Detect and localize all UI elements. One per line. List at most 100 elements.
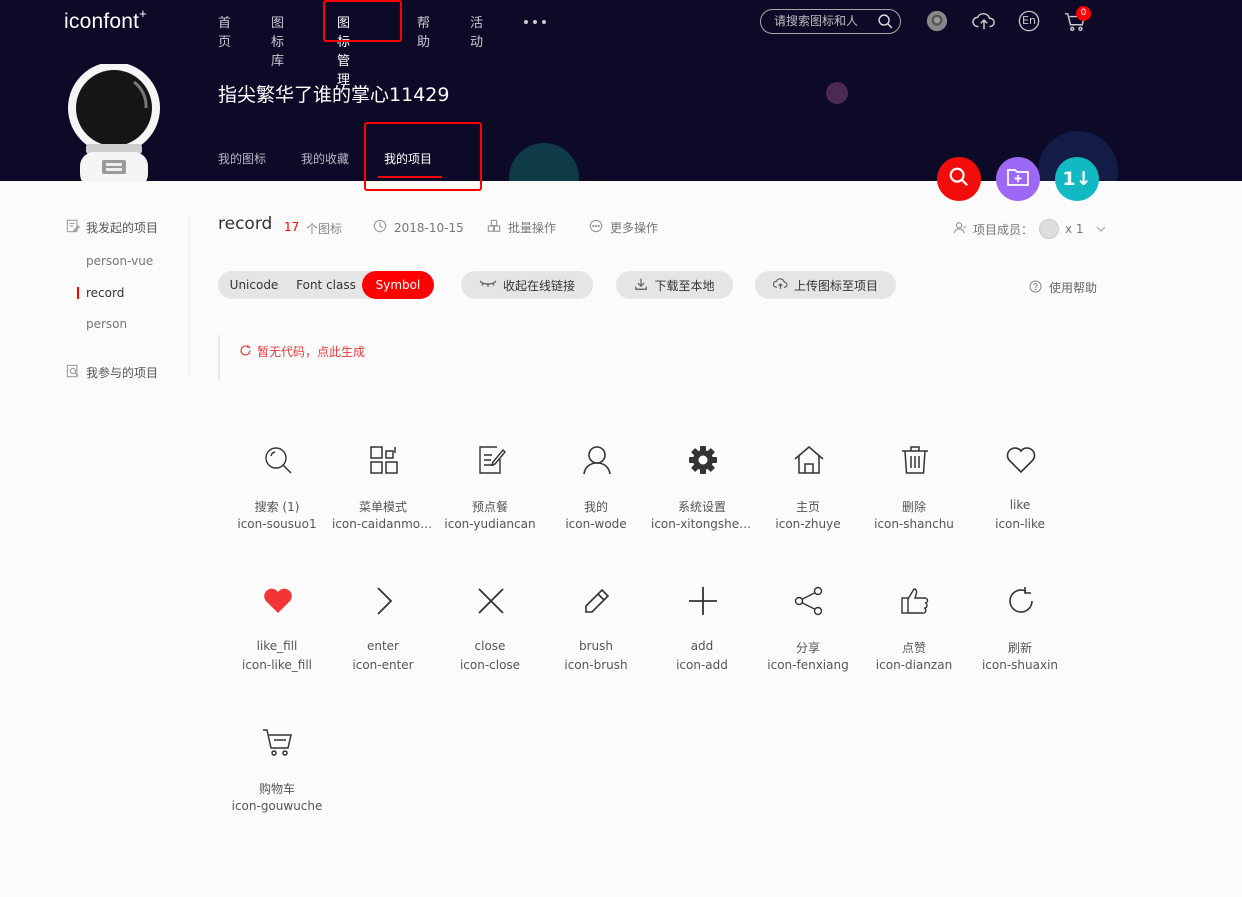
icon-card[interactable]: like icon-like	[967, 430, 1073, 540]
icon-card[interactable]: like_fill icon-like_fill	[224, 571, 330, 681]
members-count: x 1	[1065, 222, 1084, 236]
icon-card-code: icon-like_fill	[241, 658, 312, 672]
heart-fill-icon	[262, 585, 294, 617]
icon-card-name: like	[1009, 498, 1031, 512]
search-input[interactable]	[774, 14, 874, 28]
icon-card-name: add	[690, 639, 714, 653]
help-link[interactable]: 使用帮助	[1029, 279, 1097, 296]
batch-operation-button[interactable]: 批量操作	[487, 219, 556, 236]
icon-card[interactable]: 我的 icon-wode	[543, 430, 649, 540]
generate-code-label: 暂无代码，点此生成	[257, 345, 366, 359]
profile-avatar	[66, 62, 162, 181]
search-doc-icon	[66, 364, 80, 381]
icon-card[interactable]: 点赞 icon-dianzan	[861, 571, 967, 681]
generate-code-link[interactable]: 暂无代码，点此生成	[239, 343, 365, 360]
tab-my-favorites[interactable]: 我的收藏	[301, 150, 349, 167]
sidebar-group-joined-label: 我参与的项目	[86, 366, 159, 380]
icon-card-code: icon-caidanmoshi	[332, 517, 436, 531]
icon-card[interactable]: 搜索 (1) icon-sousuo1	[224, 430, 330, 540]
download-icon	[634, 277, 648, 294]
sidebar-group-started: 我发起的项目	[66, 219, 158, 236]
members-icon	[953, 221, 967, 238]
icon-card[interactable]: brush icon-brush	[543, 571, 649, 681]
project-title: record	[218, 214, 273, 234]
icon-card-code: icon-shuaxin	[981, 658, 1059, 672]
gear-icon	[687, 444, 719, 476]
sort-icon: 1↓	[1062, 168, 1092, 190]
sidebar-group-joined: 我参与的项目	[66, 364, 158, 381]
icon-card-code: icon-zhuye	[775, 517, 841, 531]
nav-item-activity[interactable]: 活动	[470, 12, 483, 50]
sidebar-item-record[interactable]: record	[86, 286, 124, 300]
icon-card[interactable]: 删除 icon-shanchu	[861, 430, 967, 540]
sidebar-item-person-vue[interactable]: person-vue	[86, 254, 153, 268]
nav-item-help[interactable]: 帮助	[417, 12, 430, 50]
icon-card[interactable]: 主页 icon-zhuye	[755, 430, 861, 540]
upload-icons-button[interactable]: 上传图标至项目	[755, 271, 896, 299]
nav-item-icon-library[interactable]: 图标库	[271, 12, 284, 69]
nav-item-icon-management[interactable]: 图标管理	[337, 12, 350, 88]
icon-card-code: icon-shanchu	[874, 517, 954, 531]
icon-card[interactable]: add icon-add	[649, 571, 755, 681]
sidebar-group-started-label: 我发起的项目	[86, 221, 159, 235]
icon-card-code: icon-enter	[352, 658, 414, 672]
search-box	[760, 9, 901, 34]
pencil-icon	[581, 585, 613, 617]
upload-icons-label: 上传图标至项目	[793, 278, 878, 293]
icon-card-name: 搜索 (1)	[254, 500, 300, 514]
sidebar-item-person[interactable]: person	[86, 317, 127, 331]
profile-username: 指尖繁华了谁的掌心11429	[218, 84, 450, 106]
icon-card-name: 预点餐	[471, 500, 508, 514]
icon-card[interactable]: 购物车 icon-gouwuche	[224, 712, 330, 822]
nav-item-home[interactable]: 首页	[218, 12, 231, 50]
language-icon[interactable]: En	[1018, 10, 1040, 36]
sort-button[interactable]: 1↓	[1055, 157, 1099, 201]
logo[interactable]: iconfont+	[64, 6, 147, 34]
download-button[interactable]: 下载至本地	[616, 271, 733, 299]
new-project-button[interactable]	[996, 157, 1040, 201]
icon-card-code: icon-dianzan	[875, 658, 953, 672]
project-icon-count-label: 个图标	[306, 222, 343, 236]
icon-card[interactable]: 预点餐 icon-yudiancan	[437, 430, 543, 540]
search-icon[interactable]	[877, 13, 894, 34]
eye-closed-icon	[479, 278, 497, 292]
more-menu-icon[interactable]	[524, 20, 548, 24]
project-members[interactable]: 项目成员： x 1	[953, 219, 1106, 239]
icon-card[interactable]: 刷新 icon-shuaxin	[967, 571, 1073, 681]
icon-card-name: 分享	[795, 641, 820, 655]
tab-my-projects[interactable]: 我的项目	[384, 150, 432, 167]
collapse-link-button[interactable]: 收起在线链接	[461, 271, 593, 299]
mode-symbol[interactable]: Symbol	[362, 271, 434, 299]
upload-cloud-icon	[772, 277, 788, 293]
language-label: En	[1022, 14, 1036, 27]
project-date-value: 2018-10-15	[394, 220, 464, 235]
user-avatar-icon[interactable]	[926, 10, 948, 36]
icon-card-code: icon-add	[676, 658, 728, 672]
icon-card-code: icon-gouwuche	[231, 799, 323, 813]
code-area-bar	[218, 335, 220, 380]
icon-card-name: brush	[578, 639, 613, 653]
edit-note-icon	[475, 444, 507, 476]
thumbs-up-icon	[899, 585, 931, 617]
share-icon	[793, 585, 825, 617]
search-project-button[interactable]	[937, 157, 981, 201]
more-operation-button[interactable]: 更多操作	[589, 219, 658, 236]
icon-card-code: icon-yudiancan	[444, 517, 536, 531]
mode-font-class[interactable]: Font class	[290, 271, 362, 299]
icon-card-name: 刷新	[1007, 641, 1032, 655]
mode-unicode[interactable]: Unicode	[218, 271, 290, 299]
icon-card[interactable]: 系统设置 icon-xitongshezhi	[649, 430, 755, 540]
icon-card-name: enter	[366, 639, 399, 653]
icon-card[interactable]: 分享 icon-fenxiang	[755, 571, 861, 681]
tab-my-icons[interactable]: 我的图标	[218, 150, 266, 167]
icon-card[interactable]: close icon-close	[437, 571, 543, 681]
icon-card-name: 购物车	[258, 782, 295, 796]
search-icon	[948, 166, 970, 192]
user-icon	[581, 444, 613, 476]
icon-card[interactable]: enter icon-enter	[330, 571, 436, 681]
icon-card[interactable]: 菜单模式 icon-caidanmoshi	[330, 430, 436, 540]
member-avatar	[1039, 219, 1060, 239]
icon-card-name: 我的	[583, 500, 608, 514]
clock-icon	[373, 219, 387, 236]
upload-cloud-icon[interactable]	[972, 10, 996, 36]
